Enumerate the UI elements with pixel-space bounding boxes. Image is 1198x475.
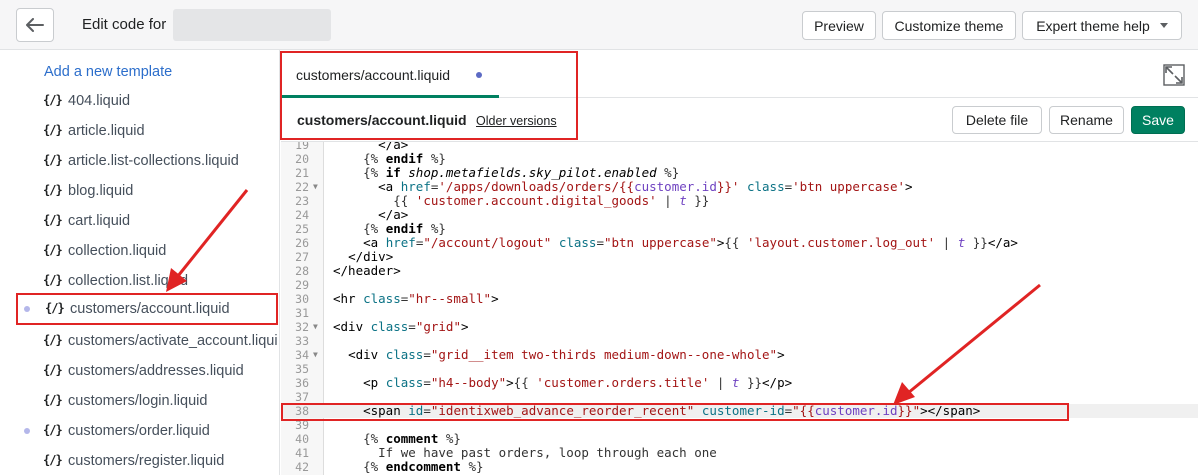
file-item-label: customers/account.liquid <box>70 301 230 317</box>
file-item-blog[interactable]: {/} blog.liquid <box>16 176 278 206</box>
file-item-label: customers/order.liquid <box>68 423 210 439</box>
top-bar: Edit code for Preview Customize theme Ex… <box>0 0 1198 50</box>
code-line: 30 <hr class="hr--small"> <box>295 291 499 307</box>
caret-down-icon <box>1159 23 1168 28</box>
file-item-label: cart.liquid <box>68 213 131 229</box>
store-name-redacted <box>173 9 331 41</box>
file-item-label: 404.liquid <box>68 93 131 109</box>
file-item-article[interactable]: {/} article.liquid <box>16 116 278 146</box>
liquid-file-icon: {/} <box>43 333 63 347</box>
file-toolbar: customers/account.liquid Older versions … <box>281 98 1198 142</box>
file-item-label: collection.list.liquid <box>68 273 189 289</box>
code-line: 32 ▼ <div class="grid"> <box>295 319 469 335</box>
code-line: 41 If we have past orders, loop through … <box>295 445 717 461</box>
file-item-customers-activate-account[interactable]: {/} customers/activate_account.liquid <box>16 326 278 356</box>
file-item-collection-list[interactable]: {/} collection.list.liquid <box>16 266 278 296</box>
file-title: customers/account.liquid <box>297 112 467 128</box>
code-line: 35 <box>295 362 309 376</box>
code-line: 20 {% endif %} <box>295 151 446 167</box>
code-line: 39 <box>295 418 309 432</box>
code-line: 21 {% if shop.metafields.sky_pilot.enabl… <box>295 165 680 181</box>
code-line: 23 {{ 'customer.account.digital_goods' |… <box>295 193 710 209</box>
expert-theme-help-button[interactable]: Expert theme help <box>1022 11 1182 40</box>
file-item-customers-register[interactable]: {/} customers/register.liquid <box>16 446 278 475</box>
code-line: 22 ▼ <a href='/apps/downloads/orders/{{cu… <box>295 179 913 195</box>
unsaved-dot <box>24 428 30 434</box>
arrow-left-icon <box>26 18 44 32</box>
liquid-file-icon: {/} <box>45 301 65 315</box>
file-item-customers-login[interactable]: {/} customers/login.liquid <box>16 386 278 416</box>
file-item-customers-order[interactable]: {/} customers/order.liquid <box>16 416 278 446</box>
add-template-link[interactable]: Add a new template <box>44 64 172 80</box>
expand-icon[interactable] <box>1163 64 1185 86</box>
file-item-cart[interactable]: {/} cart.liquid <box>16 206 278 236</box>
code-line: 28 </header> <box>295 263 401 279</box>
rename-button[interactable]: Rename <box>1049 106 1124 134</box>
liquid-file-icon: {/} <box>43 183 63 197</box>
code-line: 25 {% endif %} <box>295 221 446 237</box>
liquid-file-icon: {/} <box>43 393 63 407</box>
liquid-file-icon: {/} <box>43 423 63 437</box>
code-line: 42 {% endcomment %} <box>295 459 484 475</box>
file-item-label: customers/register.liquid <box>68 453 225 469</box>
liquid-file-icon: {/} <box>43 213 63 227</box>
file-item-label: article.liquid <box>68 123 145 139</box>
file-item-label: article.list-collections.liquid <box>68 153 239 169</box>
code-line: 34 ▼ <div class="grid__item two-thirds me… <box>295 347 785 363</box>
customize-theme-button[interactable]: Customize theme <box>882 11 1016 40</box>
code-line: 37 <box>295 390 309 404</box>
file-sidebar: Add a new template {/} 404.liquid {/} ar… <box>0 50 280 475</box>
file-item-label: customers/addresses.liquid <box>68 363 244 379</box>
file-item-label: blog.liquid <box>68 183 134 199</box>
unsaved-dot <box>24 306 30 312</box>
code-line: 40 {% comment %} <box>295 431 461 447</box>
code-line: 27 </div> <box>295 249 394 265</box>
tab-customers-account[interactable]: customers/account.liquid <box>281 50 499 98</box>
file-item-label: collection.liquid <box>68 243 167 259</box>
code-line-current: 38 <span id="identixweb_advance_reorder_… <box>281 404 1198 418</box>
save-button[interactable]: Save <box>1131 106 1185 134</box>
unsaved-dot <box>476 72 482 78</box>
liquid-file-icon: {/} <box>43 243 63 257</box>
code-line: 29 <box>295 278 309 292</box>
code-line: 24 </a> <box>295 207 409 223</box>
liquid-file-icon: {/} <box>43 363 63 377</box>
code-line: 26 <a href="/account/logout" class="btn … <box>295 235 1018 251</box>
code-line: 33 <box>295 334 309 348</box>
file-item-customers-addresses[interactable]: {/} customers/addresses.liquid <box>16 356 278 386</box>
file-item-404[interactable]: {/} 404.liquid <box>16 86 278 116</box>
back-button[interactable] <box>16 8 54 42</box>
liquid-file-icon: {/} <box>43 153 63 167</box>
liquid-file-icon: {/} <box>43 123 63 137</box>
editor-tab-bar: customers/account.liquid <box>281 50 1198 98</box>
file-item-collection[interactable]: {/} collection.liquid <box>16 236 278 266</box>
file-item-label: customers/activate_account.liquid <box>68 333 278 349</box>
code-editor[interactable]: 19 </a> 20 {% endif %} 21 {% if shop.met… <box>281 142 1198 475</box>
liquid-file-icon: {/} <box>43 453 63 467</box>
delete-file-button[interactable]: Delete file <box>952 106 1042 134</box>
file-item-customers-account[interactable]: {/} customers/account.liquid <box>16 293 278 325</box>
liquid-file-icon: {/} <box>43 93 63 107</box>
code-line: 36 <p class="h4--body">{{ 'customer.orde… <box>295 375 793 391</box>
older-versions-link[interactable]: Older versions <box>476 114 557 128</box>
expert-theme-help-label: Expert theme help <box>1036 17 1150 34</box>
preview-button[interactable]: Preview <box>802 11 876 40</box>
liquid-file-icon: {/} <box>43 273 63 287</box>
file-item-article-list-collections[interactable]: {/} article.list-collections.liquid <box>16 146 278 176</box>
code-line: 31 <box>295 306 309 320</box>
page-title: Edit code for <box>82 16 167 33</box>
tab-label: customers/account.liquid <box>296 67 451 83</box>
file-item-label: customers/login.liquid <box>68 393 208 409</box>
